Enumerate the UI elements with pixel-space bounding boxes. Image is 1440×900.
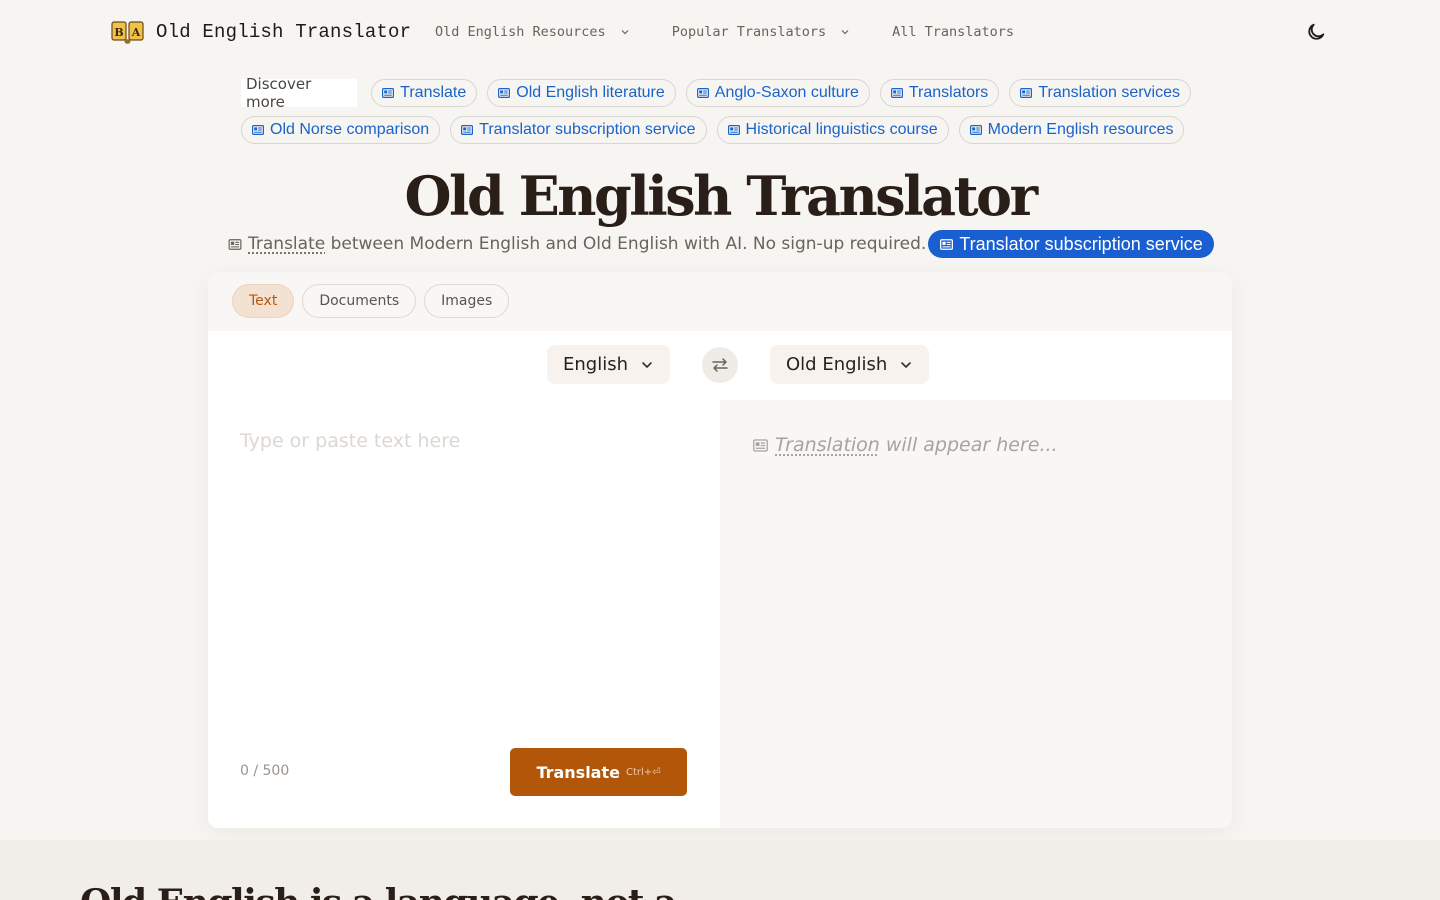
chip-historical-linguistics-course[interactable]: Historical linguistics course: [716, 116, 949, 144]
chip-label: Translate: [400, 84, 467, 101]
discover-label: Discover more: [241, 75, 358, 111]
source-pane: 0 / 500 Translate Ctrl+⏎: [208, 400, 720, 828]
chevron-down-icon: [642, 361, 652, 368]
theme-toggle-button[interactable]: [1303, 19, 1329, 45]
nav-label: Popular Translators: [671, 24, 827, 40]
article-icon: [1020, 88, 1033, 98]
chip-row: Discover more Translate Old English lite…: [241, 75, 1201, 111]
svg-text:B: B: [114, 26, 123, 39]
chip-translator-subscription-service[interactable]: Translator subscription service: [450, 116, 707, 144]
nav-all-translators[interactable]: All Translators: [892, 24, 1014, 40]
article-icon: [498, 88, 511, 98]
swap-arrows-icon: [712, 358, 728, 372]
hero-subtitle-text: between Modern English and Old English w…: [325, 234, 927, 254]
article-icon: [753, 438, 768, 452]
target-language-select[interactable]: Old English: [770, 345, 930, 384]
nav-popular-translators[interactable]: Popular Translators: [672, 24, 850, 40]
translate-button[interactable]: Translate Ctrl+⏎: [510, 748, 687, 796]
logo-icon: B A: [111, 19, 144, 45]
chip-old-norse-comparison[interactable]: Old Norse comparison: [241, 116, 441, 144]
chip-label: Translators: [908, 84, 989, 101]
subscription-cta-button[interactable]: Translator subscription service: [928, 230, 1214, 258]
chip-row: Old Norse comparison Translator subscrip…: [241, 115, 1201, 145]
chevron-down-icon: [841, 30, 849, 35]
chip-label: Anglo-Saxon culture: [714, 84, 859, 101]
nav-label: Old English Resources: [435, 24, 606, 40]
chip-label: Translator subscription service: [479, 121, 696, 138]
source-language-select[interactable]: English: [547, 345, 670, 384]
chip-translate[interactable]: Translate: [371, 79, 478, 107]
mode-tabs: Text Documents Images: [232, 284, 510, 318]
chip-label: Old Norse comparison: [270, 121, 430, 138]
article-icon: [890, 88, 903, 98]
page-title: Old English Translator: [404, 164, 1038, 228]
article-icon: [252, 125, 264, 135]
article-icon: [969, 125, 982, 135]
character-counter: 0 / 500: [240, 763, 290, 779]
language-bar: English Old English: [208, 331, 1232, 400]
translation-inline-link[interactable]: Translation: [775, 434, 880, 456]
source-language-label: English: [563, 354, 628, 375]
tab-documents[interactable]: Documents: [302, 284, 417, 318]
translate-inline-link[interactable]: Translate: [248, 234, 325, 254]
shortcut-hint: Ctrl+⏎: [625, 766, 661, 778]
main-nav: Old English Resources Popular Translator…: [435, 20, 1056, 44]
top-nav: B A Old English Translator Old English R…: [0, 0, 1440, 64]
chip-label: Old English literature: [516, 84, 665, 101]
moon-icon: [1308, 23, 1325, 40]
output-placeholder-text: will appear here...: [885, 434, 1058, 456]
chip-anglo-saxon-culture[interactable]: Anglo-Saxon culture: [685, 79, 870, 107]
chip-label: Modern English resources: [987, 121, 1174, 138]
article-icon: [461, 125, 474, 135]
chip-modern-english-resources[interactable]: Modern English resources: [958, 116, 1185, 144]
article-icon: [228, 238, 242, 250]
svg-text:A: A: [131, 26, 141, 39]
chip-label: Historical linguistics course: [745, 121, 938, 138]
translator-card: Text Documents Images English Old Englis…: [208, 272, 1232, 828]
output-placeholder: Translation will appear here...: [752, 434, 1058, 456]
article-icon: [382, 88, 395, 98]
target-language-label: Old English: [786, 354, 888, 375]
tab-images[interactable]: Images: [424, 284, 510, 318]
source-text-input[interactable]: [240, 430, 690, 730]
tab-text[interactable]: Text: [232, 284, 295, 318]
hero-subtitle-body: between Modern English and Old English w…: [330, 234, 927, 254]
output-pane: Translation will appear here...: [720, 400, 1232, 828]
chip-translators[interactable]: Translators: [879, 79, 1000, 107]
info-section: Old English is a language, not a: [0, 840, 1440, 900]
cta-label: Translator subscription service: [959, 233, 1203, 254]
section-heading: Old English is a language, not a: [80, 882, 677, 900]
translate-button-label: Translate: [536, 762, 620, 782]
nav-label: All Translators: [892, 24, 1015, 40]
article-icon: [696, 88, 709, 98]
chip-translation-services[interactable]: Translation services: [1009, 79, 1191, 107]
chevron-down-icon: [901, 361, 912, 368]
brand-name: Old English Translator: [156, 21, 412, 43]
chevron-down-icon: [621, 30, 629, 35]
discover-more: Discover more Translate Old English lite…: [241, 75, 1201, 145]
brand-link[interactable]: B A Old English Translator: [111, 18, 411, 46]
article-icon: [940, 238, 954, 250]
chip-label: Translation services: [1038, 84, 1180, 101]
nav-old-english-resources[interactable]: Old English Resources: [435, 24, 630, 40]
swap-languages-button[interactable]: [702, 347, 738, 383]
article-icon: [727, 125, 740, 135]
hero-subtitle: Translate between Modern English and Old…: [228, 230, 1214, 258]
chip-old-english-literature[interactable]: Old English literature: [487, 79, 676, 107]
